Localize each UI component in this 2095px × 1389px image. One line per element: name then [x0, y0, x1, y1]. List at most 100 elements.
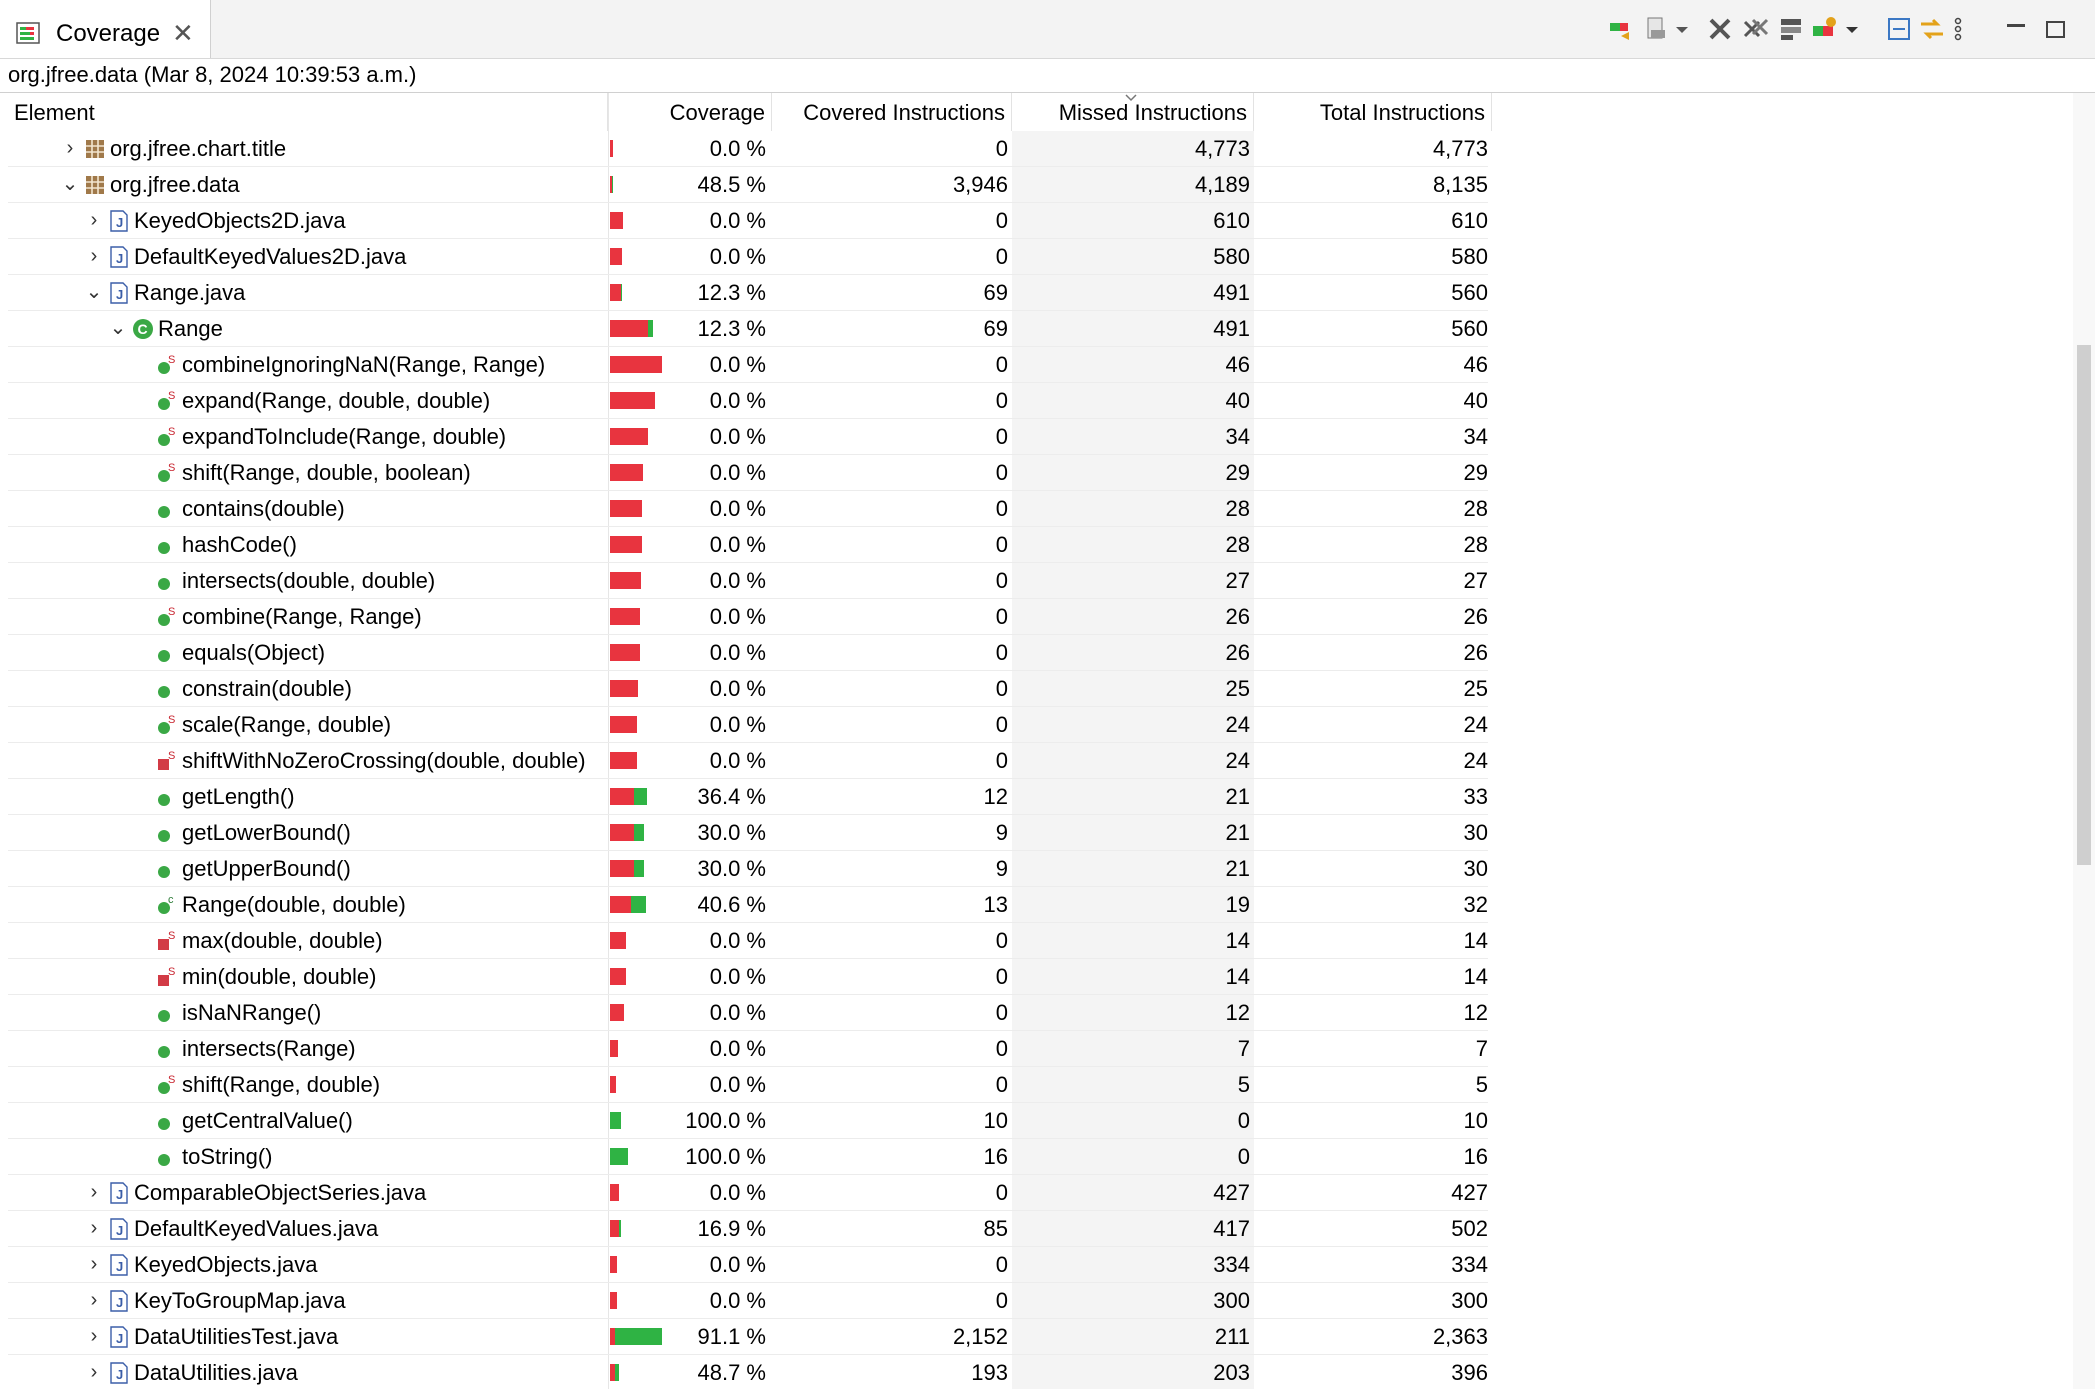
svg-text:S: S [168, 714, 175, 726]
relaunch-icon[interactable] [1607, 14, 1637, 44]
java-file-icon: J [110, 1362, 128, 1384]
private-static-method-icon: S [158, 750, 175, 770]
table-row[interactable]: › J KeyToGroupMap.java 0.0 % 0 300 300 [8, 1283, 1488, 1319]
table-row[interactable]: S combineIgnoringNaN(Range, Range) 0.0 %… [8, 347, 1488, 383]
table-row[interactable]: getCentralValue() 100.0 % 10 0 10 [8, 1103, 1488, 1139]
element-label: Range [158, 316, 223, 341]
table-row[interactable]: › J DefaultKeyedValues.java 16.9 % 85 41… [8, 1211, 1488, 1247]
missed-segment [610, 1040, 618, 1057]
expand-chevron-icon[interactable]: › [84, 203, 104, 238]
table-row[interactable]: equals(Object) 0.0 % 0 26 26 [8, 635, 1488, 671]
view-menu-icon[interactable] [1949, 14, 1967, 44]
expand-chevron-icon[interactable]: › [84, 1211, 104, 1246]
coverage-bar [610, 923, 670, 958]
remove-session-icon[interactable] [1705, 14, 1735, 44]
table-row[interactable]: S shiftWithNoZeroCrossing(double, double… [8, 743, 1488, 779]
import-icon[interactable] [1811, 14, 1841, 44]
element-cell: › J DataUtilities.java [8, 1355, 608, 1389]
table-row[interactable]: S shift(Range, double) 0.0 % 0 5 5 [8, 1067, 1488, 1103]
total-instructions-value: 10 [1463, 1108, 1488, 1133]
table-row[interactable]: isNaNRange() 0.0 % 0 12 12 [8, 995, 1488, 1031]
coverage-bar-fill [610, 1184, 619, 1201]
column-header-total[interactable]: Total Instructions [1254, 93, 1492, 131]
expand-chevron-icon[interactable]: › [84, 1175, 104, 1210]
covered-segment [619, 1220, 621, 1237]
element-label: contains(double) [182, 496, 345, 521]
dropdown-icon[interactable] [1843, 14, 1861, 44]
covered-instructions-value: 193 [971, 1360, 1008, 1385]
element-label: min(double, double) [182, 964, 377, 989]
maximize-icon[interactable] [2045, 14, 2067, 44]
missed-instructions-value: 491 [1012, 311, 1254, 346]
expand-chevron-icon[interactable]: › [60, 131, 80, 166]
covered-segment [634, 788, 647, 805]
element-cell: intersects(Range) [8, 1031, 608, 1066]
table-row[interactable]: getUpperBound() 30.0 % 9 21 30 [8, 851, 1488, 887]
close-icon[interactable]: ✕ [172, 18, 194, 49]
table-row[interactable]: S shift(Range, double, boolean) 0.0 % 0 … [8, 455, 1488, 491]
expand-chevron-icon[interactable]: › [84, 1247, 104, 1282]
table-row[interactable]: › J DataUtilities.java 48.7 % 193 203 39… [8, 1355, 1488, 1389]
table-row[interactable]: S scale(Range, double) 0.0 % 0 24 24 [8, 707, 1488, 743]
missed-segment [610, 1004, 624, 1021]
table-row[interactable]: ⌄ C Range 12.3 % 69 491 560 [8, 311, 1488, 347]
expand-chevron-icon[interactable]: › [84, 239, 104, 274]
table-row[interactable]: S combine(Range, Range) 0.0 % 0 26 26 [8, 599, 1488, 635]
table-row[interactable]: constrain(double) 0.0 % 0 25 25 [8, 671, 1488, 707]
dropdown-icon[interactable] [1673, 14, 1691, 44]
element-cell: › J KeyedObjects.java [8, 1247, 608, 1282]
collapse-all-icon[interactable] [1885, 14, 1915, 44]
collapse-chevron-icon[interactable]: ⌄ [60, 167, 80, 202]
coverage-tab[interactable]: Coverage ✕ [0, 0, 211, 58]
scrollbar-thumb[interactable] [2077, 345, 2091, 865]
expand-chevron-icon[interactable]: › [84, 1283, 104, 1318]
table-row[interactable]: › J DefaultKeyedValues2D.java 0.0 % 0 58… [8, 239, 1488, 275]
covered-instructions-value: 0 [995, 460, 1008, 485]
table-row[interactable]: S expand(Range, double, double) 0.0 % 0 … [8, 383, 1488, 419]
table-row[interactable]: intersects(Range) 0.0 % 0 7 7 [8, 1031, 1488, 1067]
coverage-bar-fill [610, 1076, 616, 1093]
table-row[interactable]: ⌄ org.jfree.data 48.5 % 3,946 4,189 8,13… [8, 167, 1488, 203]
table-row[interactable]: intersects(double, double) 0.0 % 0 27 27 [8, 563, 1488, 599]
coverage-bar [610, 995, 670, 1030]
covered-instructions-value: 0 [995, 1072, 1008, 1097]
expand-chevron-icon[interactable]: › [84, 1319, 104, 1354]
merge-sessions-icon[interactable] [1777, 14, 1807, 44]
public-method-icon [158, 830, 170, 842]
missed-instructions-value: 0 [1012, 1103, 1254, 1138]
table-row[interactable]: S expandToInclude(Range, double) 0.0 % 0… [8, 419, 1488, 455]
table-row[interactable]: c Range(double, double) 40.6 % 13 19 32 [8, 887, 1488, 923]
column-header-element[interactable]: Element [8, 93, 608, 131]
table-row[interactable]: › org.jfree.chart.title 0.0 % 0 4,773 4,… [8, 131, 1488, 167]
coverage-bar-fill [610, 248, 622, 265]
table-row[interactable]: › J KeyedObjects2D.java 0.0 % 0 610 610 [8, 203, 1488, 239]
public-method-icon [158, 578, 170, 590]
table-row[interactable]: S min(double, double) 0.0 % 0 14 14 [8, 959, 1488, 995]
table-row[interactable]: S max(double, double) 0.0 % 0 14 14 [8, 923, 1488, 959]
covered-segment [631, 896, 646, 913]
collapse-chevron-icon[interactable]: ⌄ [108, 311, 128, 346]
table-row[interactable]: › J KeyedObjects.java 0.0 % 0 334 334 [8, 1247, 1488, 1283]
java-file-icon: J [110, 1254, 128, 1276]
minimize-icon[interactable] [2005, 14, 2027, 44]
collapse-chevron-icon[interactable]: ⌄ [84, 275, 104, 310]
table-row[interactable]: getLowerBound() 30.0 % 9 21 30 [8, 815, 1488, 851]
table-row[interactable]: ⌄ J Range.java 12.3 % 69 491 560 [8, 275, 1488, 311]
column-header-covered[interactable]: Covered Instructions [772, 93, 1012, 131]
missed-instructions-value: 19 [1012, 887, 1254, 922]
table-row[interactable]: hashCode() 0.0 % 0 28 28 [8, 527, 1488, 563]
link-with-selection-icon[interactable] [1917, 14, 1947, 44]
table-row[interactable]: › J DataUtilitiesTest.java 91.1 % 2,152 … [8, 1319, 1488, 1355]
dump-icon[interactable] [1643, 14, 1673, 44]
covered-segment [610, 1148, 628, 1165]
expand-chevron-icon[interactable]: › [84, 1355, 104, 1389]
table-row[interactable]: getLength() 36.4 % 12 21 33 [8, 779, 1488, 815]
coverage-bar-fill [610, 968, 626, 985]
coverage-value: 0.0 % [709, 424, 766, 449]
table-row[interactable]: contains(double) 0.0 % 0 28 28 [8, 491, 1488, 527]
column-header-coverage[interactable]: Coverage [608, 93, 772, 131]
table-row[interactable]: toString() 100.0 % 16 0 16 [8, 1139, 1488, 1175]
remove-all-sessions-icon[interactable] [1741, 14, 1771, 44]
table-row[interactable]: › J ComparableObjectSeries.java 0.0 % 0 … [8, 1175, 1488, 1211]
public-method-icon [158, 542, 170, 554]
